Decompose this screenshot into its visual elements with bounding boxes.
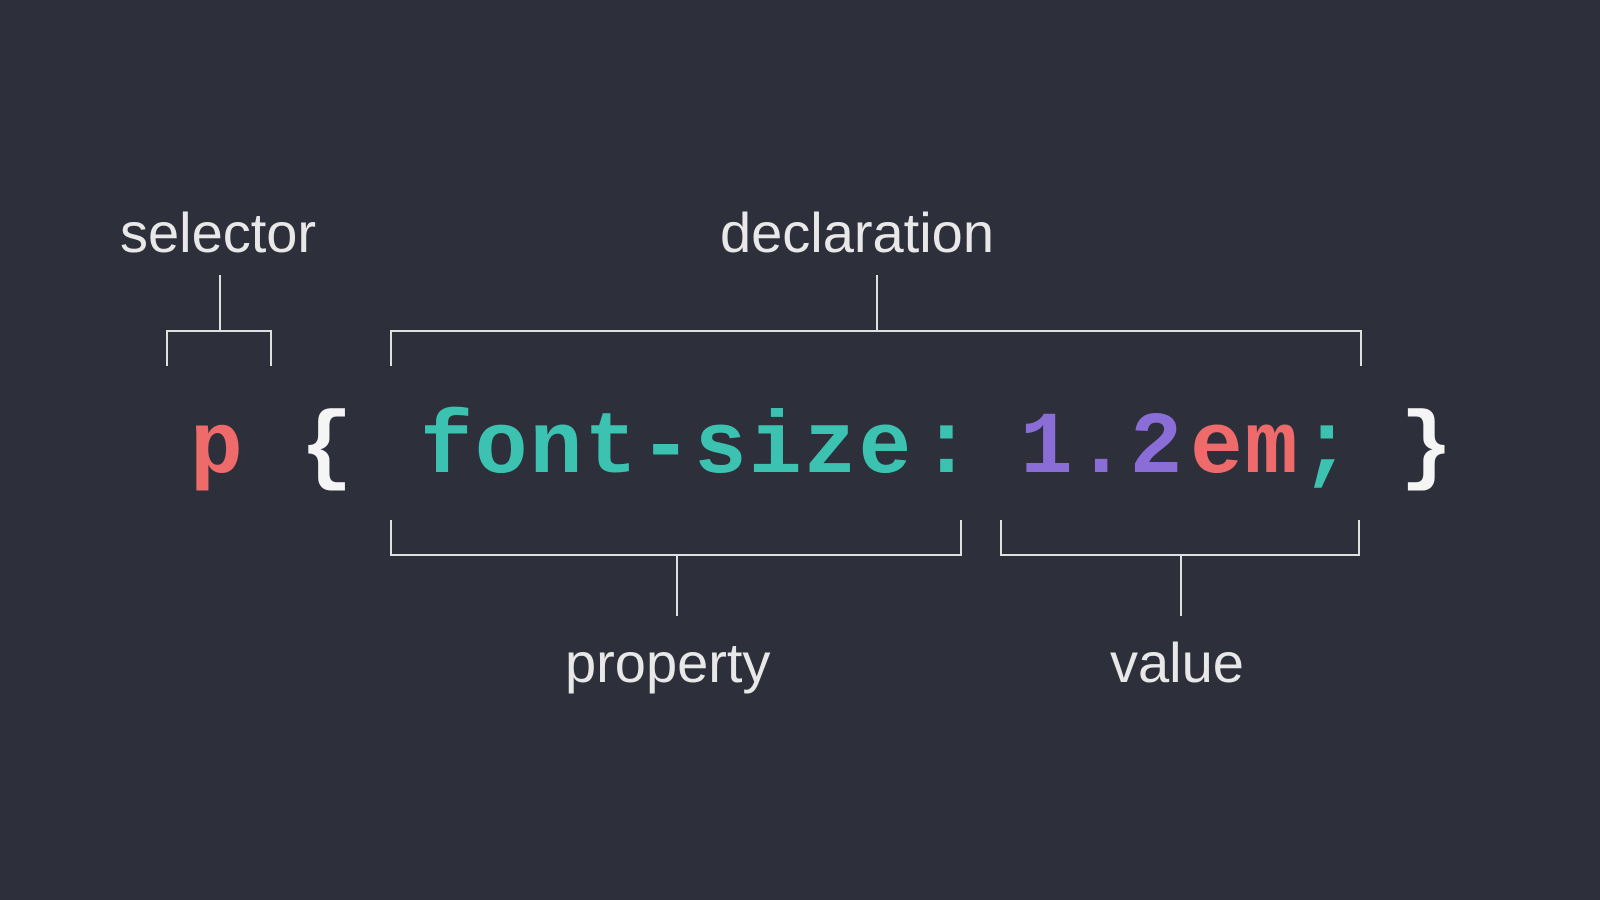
label-declaration: declaration	[720, 200, 994, 265]
bracket-selector-stem	[219, 275, 221, 330]
bracket-property	[390, 520, 962, 556]
bracket-selector	[166, 330, 272, 366]
code-open-brace: {	[300, 400, 355, 499]
css-anatomy-diagram: selector declaration p { font-size : 1.2…	[0, 0, 1600, 900]
bracket-property-stem	[676, 556, 678, 616]
label-property: property	[565, 630, 770, 695]
code-number: 1.2	[1020, 400, 1184, 499]
bracket-value-stem	[1180, 556, 1182, 616]
bracket-declaration	[390, 330, 1362, 366]
bracket-value	[1000, 520, 1360, 556]
code-selector: p	[190, 400, 245, 499]
code-property: font-size	[420, 400, 913, 499]
label-value: value	[1110, 630, 1244, 695]
code-unit: em	[1190, 400, 1300, 499]
code-semicolon: ;	[1300, 400, 1355, 499]
bracket-declaration-stem	[876, 275, 878, 330]
code-colon: :	[920, 400, 975, 499]
label-selector: selector	[120, 200, 316, 265]
code-close-brace: }	[1400, 400, 1455, 499]
